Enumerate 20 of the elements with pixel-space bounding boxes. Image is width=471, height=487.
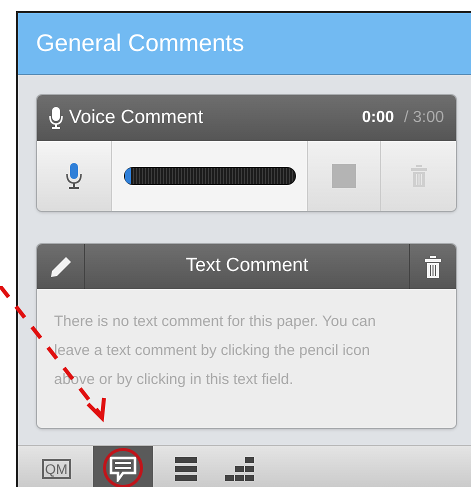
stop-icon (332, 164, 356, 188)
comments-icon (108, 456, 137, 482)
microphone-icon (49, 107, 63, 129)
pencil-icon (50, 256, 72, 278)
card-title: Voice Comment (69, 106, 204, 130)
qm-button[interactable]: QM (36, 446, 77, 487)
card-title: Text Comment (184, 254, 310, 278)
total-time: / 3:00 (404, 108, 444, 128)
trash-icon (410, 165, 426, 187)
elapsed-time: 0:00 (362, 108, 394, 128)
progress-track[interactable] (124, 167, 296, 185)
text-comment-field[interactable]: There is no text comment for this paper. You can leave a text comment by clicking the pencil icon above or by clicking in this text field. (37, 289, 456, 428)
panel-title: General Comments (36, 28, 244, 58)
grid-icon (224, 456, 255, 480)
microphone-icon (66, 163, 82, 189)
trash-icon (425, 256, 441, 278)
progress-thumb[interactable] (124, 168, 130, 184)
record-button[interactable] (37, 141, 112, 211)
list-icon (174, 456, 197, 480)
comments-button[interactable] (92, 446, 153, 487)
